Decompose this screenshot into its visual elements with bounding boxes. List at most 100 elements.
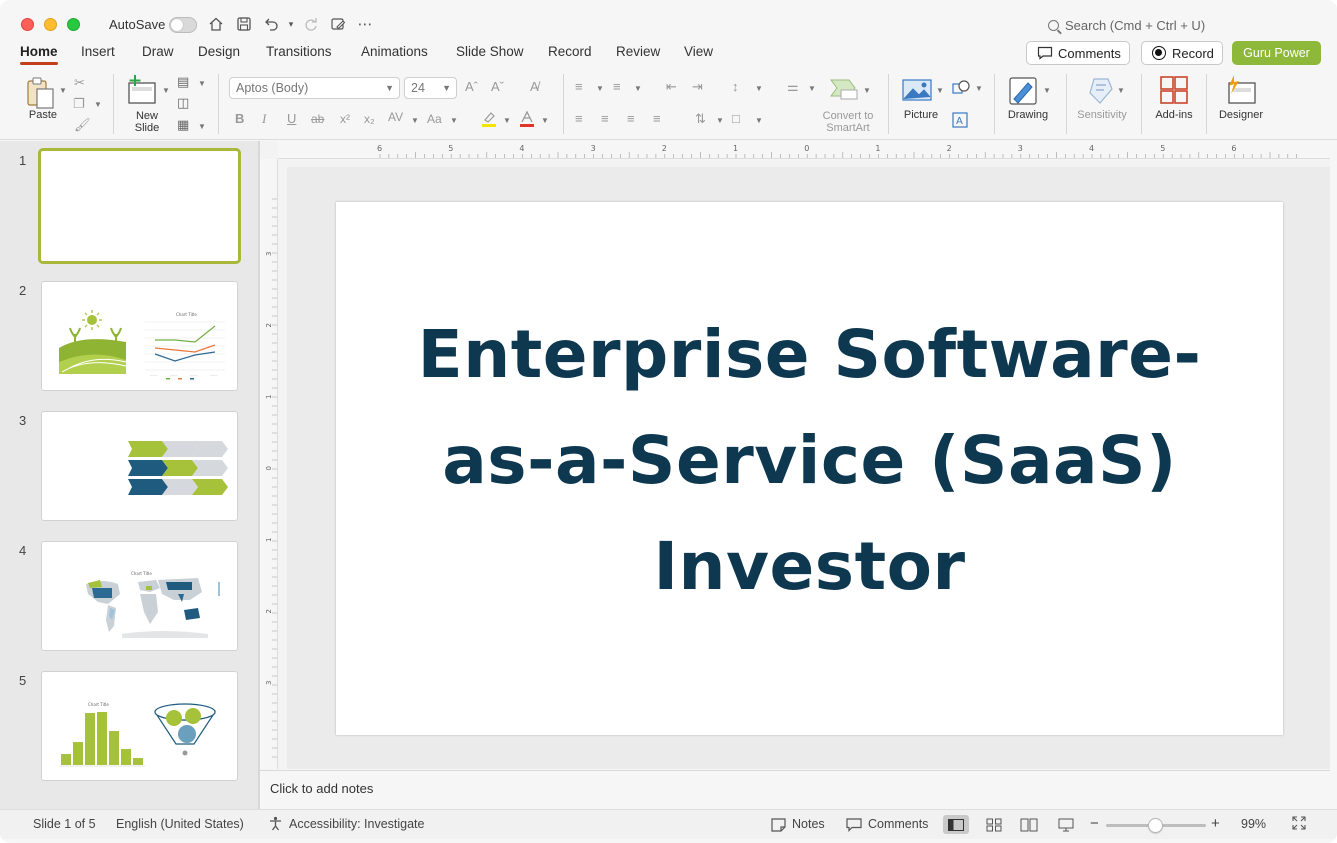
zoom-level[interactable]: 99% [1241, 817, 1266, 831]
copy-icon[interactable]: ❐ [73, 97, 85, 111]
notes-pane[interactable]: Click to add notes [260, 770, 1330, 809]
tab-slide-show[interactable]: Slide Show [456, 44, 524, 59]
guru-power-button[interactable]: Guru Power [1232, 41, 1321, 65]
smartart-icon[interactable] [828, 76, 860, 102]
line-spacing-icon[interactable]: ↕ [732, 80, 739, 94]
align-text-dropdown-icon[interactable]: ▼ [755, 116, 763, 125]
columns-dropdown-icon[interactable]: ▼ [808, 84, 816, 93]
tab-view[interactable]: View [684, 44, 713, 59]
shapes-dropdown-icon[interactable]: ▼ [975, 84, 983, 93]
reset-slide-icon[interactable]: ◫ [177, 96, 189, 110]
copy-dropdown-icon[interactable]: ▼ [94, 100, 102, 109]
slide-thumbnail-pane[interactable]: 1 2 Chart Title ——— ——— ——— ——— 3 4 Char… [0, 141, 258, 809]
bullets-dropdown-icon[interactable]: ▼ [596, 84, 604, 93]
close-window-button[interactable] [21, 18, 34, 31]
zoom-window-button[interactable] [67, 18, 80, 31]
layout-icon[interactable]: ▤ [177, 75, 189, 89]
tab-home[interactable]: Home [20, 44, 58, 65]
numbering-dropdown-icon[interactable]: ▼ [634, 84, 642, 93]
font-size-field[interactable]: 24 ▼ [404, 77, 457, 99]
home-icon[interactable] [206, 14, 226, 34]
slide-show-icon[interactable] [1053, 815, 1079, 834]
align-center-icon[interactable]: ≡ [601, 112, 609, 126]
character-spacing-icon[interactable]: AV [388, 110, 403, 124]
decrease-indent-icon[interactable]: ⇤ [666, 80, 677, 94]
cut-icon[interactable]: ✂ [74, 76, 85, 90]
justify-icon[interactable]: ≡ [653, 112, 661, 126]
bold-icon[interactable]: B [235, 112, 244, 126]
numbering-icon[interactable]: ≡ [613, 80, 621, 94]
slide-sorter-icon[interactable] [981, 815, 1007, 834]
current-slide[interactable]: Enterprise Software-as-a-Service (SaaS) … [336, 202, 1283, 735]
text-direction-icon[interactable]: ⇅ [695, 112, 706, 126]
search-field[interactable]: Search (Cmd + Ctrl + U) [1048, 18, 1205, 33]
fit-to-window-icon[interactable] [1292, 816, 1306, 833]
picture-dropdown-icon[interactable]: ▼ [936, 86, 944, 95]
autosave-toggle[interactable] [169, 17, 197, 33]
italic-icon[interactable]: I [262, 112, 266, 126]
drawing-icon[interactable] [1008, 75, 1040, 107]
layout-dropdown-icon[interactable]: ▼ [198, 79, 206, 88]
new-slide-dropdown-icon[interactable]: ▼ [162, 86, 170, 95]
font-name-field[interactable]: Aptos (Body) ▼ [229, 77, 400, 99]
align-left-icon[interactable]: ≡ [575, 112, 583, 126]
tab-design[interactable]: Design [198, 44, 240, 59]
slide-title[interactable]: Enterprise Software-as-a-Service (SaaS) … [396, 302, 1223, 620]
save-icon[interactable] [234, 14, 254, 34]
customize-toolbar-icon[interactable] [328, 14, 348, 34]
horizontal-ruler[interactable]: 6 5 4 3 2 1 0 1 2 3 4 5 6 [278, 141, 1330, 159]
slide-thumbnail-1[interactable] [38, 148, 241, 264]
change-case-icon[interactable]: Aa [427, 112, 442, 126]
text-box-icon[interactable]: A [952, 112, 968, 131]
reading-view-icon[interactable] [1016, 815, 1042, 834]
comments-toggle[interactable]: Comments [868, 817, 928, 831]
align-text-icon[interactable]: □ [732, 112, 740, 126]
slide-thumbnail-4[interactable]: Chart Title [41, 541, 238, 651]
paste-icon[interactable] [24, 76, 58, 110]
increase-font-icon[interactable]: Aˆ [465, 80, 478, 94]
accessibility-icon[interactable] [268, 816, 283, 834]
new-slide-icon[interactable] [126, 74, 158, 108]
undo-icon[interactable] [261, 14, 281, 34]
tab-animations[interactable]: Animations [361, 44, 428, 59]
comment-icon[interactable] [846, 818, 862, 835]
designer-icon[interactable] [1224, 74, 1258, 108]
slide-thumbnail-5[interactable]: Chart Title [41, 671, 238, 781]
columns-icon[interactable]: ⚌ [787, 80, 799, 94]
format-painter-icon[interactable]: 🖌 [74, 118, 91, 132]
align-right-icon[interactable]: ≡ [627, 112, 635, 126]
undo-dropdown-icon[interactable]: ▾ [281, 14, 301, 34]
add-ins-icon[interactable] [1158, 75, 1190, 107]
strikethrough-icon[interactable]: ab [311, 112, 324, 126]
clear-formatting-icon[interactable]: A̸ [530, 80, 539, 94]
slide-thumbnail-3[interactable] [41, 411, 238, 521]
superscript-icon[interactable]: x² [340, 112, 350, 126]
minimize-window-button[interactable] [44, 18, 57, 31]
zoom-out-icon[interactable]: − [1090, 815, 1099, 832]
paste-dropdown-icon[interactable]: ▼ [59, 86, 67, 95]
bullets-icon[interactable]: ≡ [575, 80, 583, 94]
highlight-dropdown-icon[interactable]: ▼ [503, 116, 511, 125]
shapes-icon[interactable] [952, 80, 970, 99]
tab-review[interactable]: Review [616, 44, 660, 59]
underline-icon[interactable]: U [287, 112, 296, 126]
character-spacing-dropdown-icon[interactable]: ▼ [411, 116, 419, 125]
decrease-font-icon[interactable]: Aˇ [491, 80, 504, 94]
smartart-dropdown-icon[interactable]: ▼ [863, 86, 871, 95]
section-dropdown-icon[interactable]: ▼ [198, 122, 206, 131]
line-spacing-dropdown-icon[interactable]: ▼ [755, 84, 763, 93]
zoom-slider-knob[interactable] [1148, 818, 1163, 833]
increase-indent-icon[interactable]: ⇥ [692, 80, 703, 94]
notes-icon[interactable] [771, 818, 786, 835]
highlight-icon[interactable] [480, 110, 498, 131]
record-button[interactable]: Record [1141, 41, 1223, 65]
tab-record[interactable]: Record [548, 44, 592, 59]
change-case-dropdown-icon[interactable]: ▼ [450, 116, 458, 125]
drawing-dropdown-icon[interactable]: ▼ [1043, 86, 1051, 95]
tab-draw[interactable]: Draw [142, 44, 174, 59]
font-color-dropdown-icon[interactable]: ▼ [541, 116, 549, 125]
slide-thumbnail-2[interactable]: Chart Title ——— ——— ——— ——— [41, 281, 238, 391]
sensitivity-icon[interactable] [1085, 75, 1117, 107]
vertical-ruler[interactable]: 3 2 1 0 1 2 3 [260, 159, 278, 769]
tab-transitions[interactable]: Transitions [266, 44, 332, 59]
